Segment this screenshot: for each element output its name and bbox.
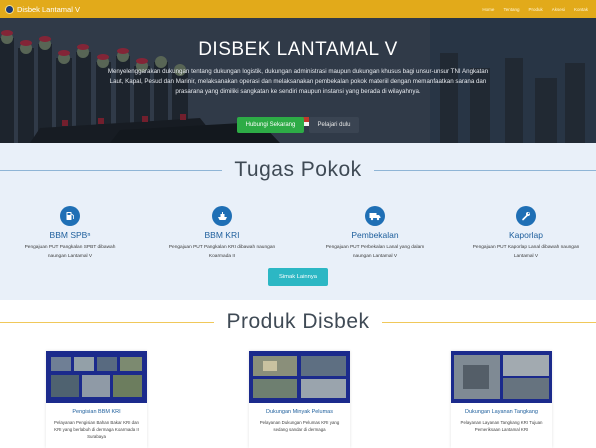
tugas-item-desc: Pengajuan PUT Pangkalan KRI dibawah naun… [168,245,276,259]
product-image [451,351,552,403]
product-desc: Pelayanan Layanan Tangkang KRI Tujuan Pe… [460,420,543,432]
product-desc: Pelayanan Pengisian Bahan Bakar KRI dan … [54,420,139,439]
tugas-item-kaporlap[interactable]: Kaporlap Pengajuan PUT Kaporlap Lanal di… [471,206,581,261]
divider-left [0,321,215,323]
divider-left [0,169,223,171]
divider-right [373,169,596,171]
product-card[interactable]: Dukungan Minyak Pelumas Pelayanan Dukung… [249,351,350,448]
contact-now-button[interactable]: Hubungi Sekarang [237,117,304,133]
nav-link-home[interactable]: Home [482,7,494,12]
tugas-item-bbm-kri[interactable]: BBM KRI Pengajuan PUT Pangkalan KRI diba… [167,206,277,261]
nav-links: Home Tentang Produk Aksesi Kontak [482,0,588,18]
product-image [46,351,147,403]
product-title: Dukungan Layanan Tangkang [465,409,538,415]
tugas-pokok-section: Tugas Pokok BBM SPBⁿ Pengajuan PUT Pangk… [0,143,596,300]
nav-link-aksesi[interactable]: Aksesi [552,7,565,12]
tugas-item-desc: Pengajuan PUT Pangkalan SPBT dibawah nau… [24,245,116,259]
tugas-item-title: BBM SPBⁿ [49,230,91,240]
see-more-button[interactable]: Simak Lainnya [268,268,328,286]
produk-title: Produk Disbek [226,310,370,333]
tugas-item-title: Pembekalan [351,230,399,240]
truck-icon [365,206,385,226]
nav-link-produk[interactable]: Produk [528,7,542,12]
wrench-icon [516,206,536,226]
product-card[interactable]: Dukungan Layanan Tangkang Pelayanan Laya… [451,351,552,448]
tugas-item-pembekalan[interactable]: Pembekalan Pengajuan PUT Perbekalan Lana… [320,206,430,261]
product-title: Dukungan Minyak Pelumas [266,409,333,415]
brand-logo-icon [5,4,14,14]
hero-section: DISBEK LANTAMAL V Menyelenggarakan dukun… [0,18,596,143]
produk-title-row: Produk Disbek [0,310,596,334]
product-card[interactable]: Pengisian BBM KRI Pelayanan Pengisian Ba… [46,351,147,448]
ship-icon [212,206,232,226]
brand[interactable]: Disbek Lantamal V [5,4,80,14]
hero-title: DISBEK LANTAMAL V [198,39,398,60]
product-title: Pengisian BBM KRI [72,409,121,415]
tugas-item-title: Kaporlap [508,230,544,240]
hero-buttons: Hubungi Sekarang Pelajari dulu [0,117,596,133]
tugas-item-desc: Pengajuan PUT Kaporlap Lanal dibawah nau… [472,245,580,259]
tugas-item-bbm-spb[interactable]: BBM SPBⁿ Pengajuan PUT Pangkalan SPBT di… [15,206,125,261]
tugas-title: Tugas Pokok [234,158,362,181]
nav-link-tentang[interactable]: Tentang [503,7,519,12]
fuel-pump-icon [60,206,80,226]
tugas-title-row: Tugas Pokok [0,158,596,182]
nav-link-kontak[interactable]: Kontak [574,7,588,12]
produk-section: Produk Disbek Pengisian BBM KRI Pelayana… [0,300,596,448]
product-desc: Pelayanan Dukungan Pelumas KRI yang seda… [259,420,340,432]
divider-right [381,321,596,323]
tugas-item-desc: Pengajuan PUT Perbekalan Lanal yang dala… [325,245,425,259]
product-image [249,351,350,403]
navbar: Disbek Lantamal V Home Tentang Produk Ak… [0,0,596,18]
hero-description: Menyelenggarakan dukungan tentang dukung… [107,68,489,95]
learn-first-button[interactable]: Pelajari dulu [309,117,359,133]
tugas-item-title: BBM KRI [204,230,240,240]
brand-text: Disbek Lantamal V [17,4,80,14]
